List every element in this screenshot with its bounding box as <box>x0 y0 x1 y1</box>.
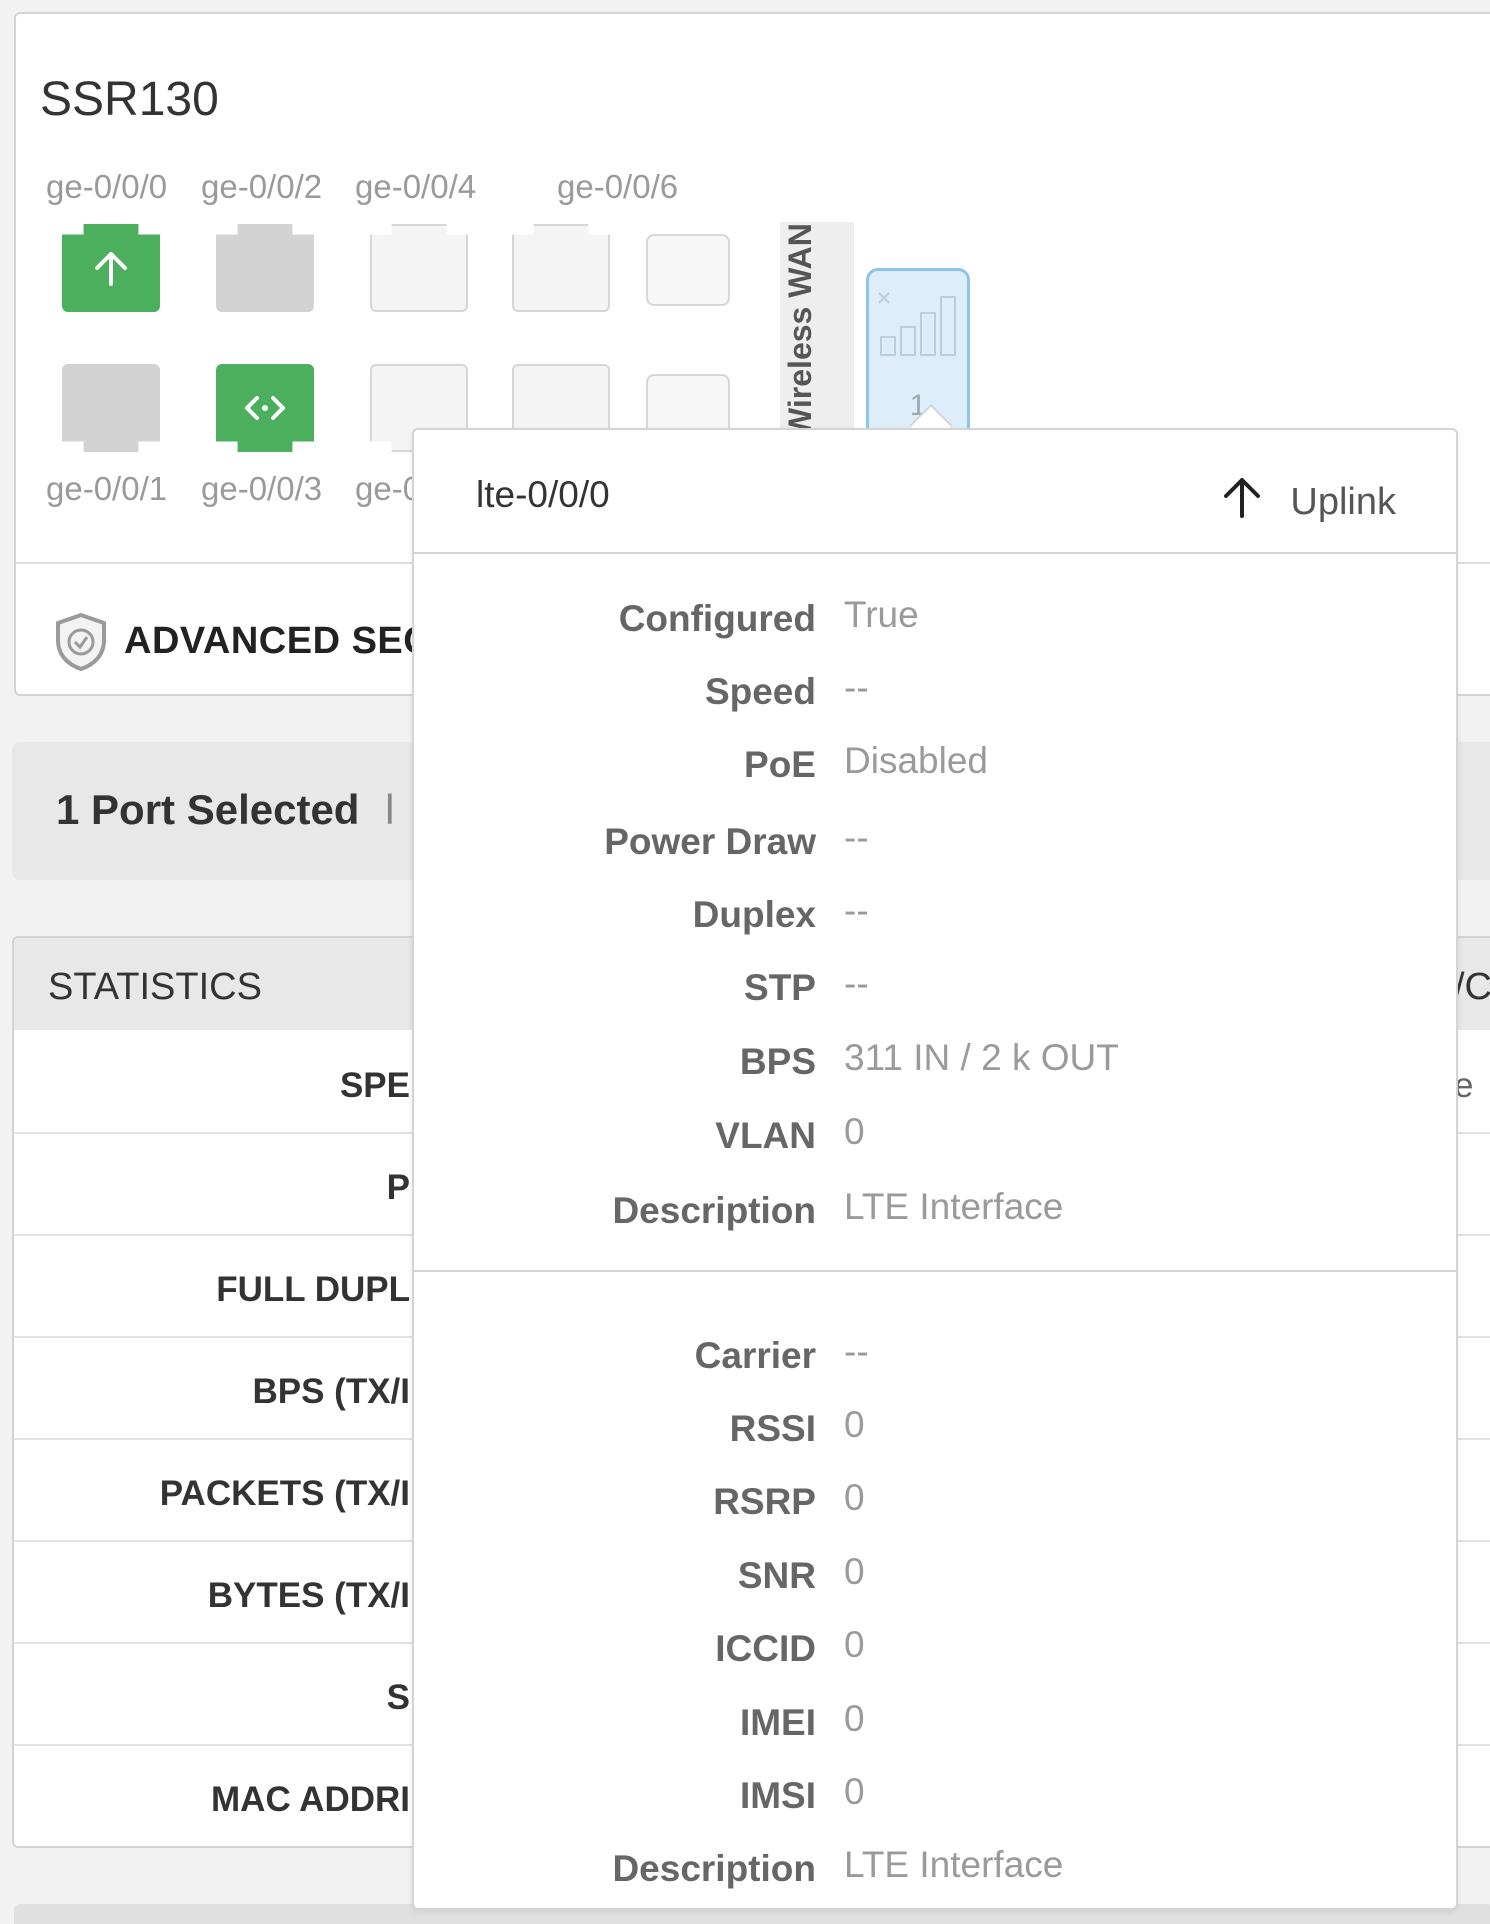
field-label-poe: PoE <box>744 744 816 785</box>
port-label-ge-0-0-1: ge-0/0/1 <box>46 470 168 507</box>
trunk-icon <box>216 364 314 452</box>
field-label-snr: SNR <box>737 1555 816 1596</box>
popover-title: lte-0/0/0 <box>476 474 610 515</box>
field-value-speed: -- <box>844 667 869 708</box>
field-label-description: Description <box>612 1190 816 1231</box>
field-label-rsrp: RSRP <box>713 1481 816 1522</box>
stats-row-label: FULL DUPL <box>216 1270 410 1309</box>
port-ge-0-0-0[interactable] <box>62 224 160 312</box>
field-label-vlan: VLAN <box>715 1115 816 1156</box>
field-value-imei: 0 <box>844 1698 865 1739</box>
field-label-iccid: ICCID <box>715 1628 816 1669</box>
statistics-right-header: /C <box>1454 966 1490 1008</box>
field-value-power-draw: -- <box>844 817 869 858</box>
device-title: SSR130 <box>40 73 219 126</box>
selection-count: 1 Port Selected <box>56 786 360 833</box>
field-value-duplex: -- <box>844 890 869 931</box>
port-ge-0-0-6[interactable] <box>512 224 610 312</box>
field-label-bps: BPS <box>739 1041 816 1082</box>
selection-summary: 1 Port Selected l <box>56 786 394 834</box>
stats-row-label: MAC ADDRI <box>211 1780 410 1819</box>
field-label-lte-description: Description <box>612 1848 816 1889</box>
popover-header: lte-0/0/0 Uplink <box>414 430 1456 554</box>
field-label-speed: Speed <box>704 671 816 712</box>
arrow-up-icon <box>62 224 160 312</box>
statistics-title: STATISTICS <box>48 966 262 1008</box>
field-value-snr: 0 <box>844 1551 865 1592</box>
port-label-ge-0-0-2: ge-0/0/2 <box>201 168 323 205</box>
field-label-rssi: RSSI <box>729 1408 816 1449</box>
field-value-configured: True <box>844 594 919 635</box>
shield-check-icon <box>54 612 108 677</box>
field-value-lte-description: LTE Interface <box>844 1844 1064 1885</box>
field-label-power-draw: Power Draw <box>604 821 816 862</box>
field-value-description: LTE Interface <box>844 1186 1064 1227</box>
field-value-rssi: 0 <box>844 1404 865 1445</box>
port-ge-0-0-3[interactable] <box>216 364 314 452</box>
field-value-vlan: 0 <box>844 1111 865 1152</box>
advanced-security-label: ADVANCED SECU <box>124 620 460 662</box>
signal-bars-icon <box>875 283 965 364</box>
field-value-imsi: 0 <box>844 1771 865 1812</box>
port-details-popover: lte-0/0/0 Uplink Configured True Speed -… <box>412 428 1458 1910</box>
port-ge-0-0-4[interactable] <box>370 224 468 312</box>
field-value-bps: 311 IN / 2 k OUT <box>844 1037 1119 1078</box>
port-label-ge-0-0-4: ge-0/0/4 <box>355 168 477 205</box>
stats-row-label: S <box>386 1678 410 1717</box>
port-label-ge-0-0-3: ge-0/0/3 <box>201 470 323 507</box>
stats-row-label: SPE <box>339 1066 410 1105</box>
wireless-wan-label: Wireless WAN <box>782 223 818 438</box>
field-label-imei: IMEI <box>739 1702 816 1743</box>
field-value-stp: -- <box>844 963 869 1004</box>
field-value-rsrp: 0 <box>844 1477 865 1518</box>
stats-row-label: PACKETS (TX/I <box>159 1474 410 1513</box>
wireless-wan-tab: Wireless WAN <box>780 222 854 442</box>
field-label-imsi: IMSI <box>739 1775 816 1816</box>
port-ge-0-0-1[interactable] <box>62 364 160 452</box>
field-label-duplex: Duplex <box>692 894 816 935</box>
port-label-ge-0-0-6: ge-0/0/6 <box>557 168 679 205</box>
port-label-ge-0-0-0: ge-0/0/0 <box>46 168 168 205</box>
port-ge-0-0-2[interactable] <box>216 224 314 312</box>
field-value-iccid: 0 <box>844 1624 865 1665</box>
stats-row-label: P <box>386 1168 410 1207</box>
stats-row-label: BYTES (TX/I <box>207 1576 410 1615</box>
field-label-stp: STP <box>744 967 816 1008</box>
field-value-carrier: -- <box>844 1331 869 1372</box>
stats-row-label: BPS (TX/I <box>252 1372 410 1411</box>
arrow-up-icon <box>1220 474 1264 530</box>
uplink-label: Uplink <box>1290 480 1396 523</box>
sfp-port-top[interactable] <box>646 234 730 306</box>
field-label-configured: Configured <box>618 598 816 639</box>
popover-divider <box>414 1270 1456 1272</box>
field-value-poe: Disabled <box>844 740 988 781</box>
lte-port[interactable]: 1 <box>866 268 970 438</box>
uplink-status: Uplink <box>1220 474 1396 530</box>
field-label-carrier: Carrier <box>694 1335 816 1376</box>
selection-trailing: l <box>385 786 395 833</box>
